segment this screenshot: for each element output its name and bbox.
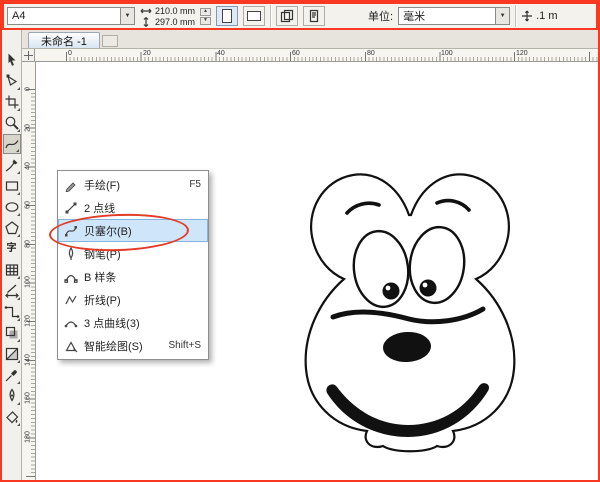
outline-pen-tool[interactable] (3, 386, 21, 406)
smart-drawing-icon (62, 339, 80, 353)
text-tool-glyph: 字 (6, 243, 17, 254)
pick-tool[interactable] (3, 50, 21, 70)
page-tab-stub[interactable] (101, 35, 118, 47)
head-outline (304, 173, 516, 453)
table-tool[interactable] (3, 260, 21, 280)
landscape-orientation-button[interactable] (243, 6, 266, 26)
parallel-dimension-tool[interactable] (3, 281, 21, 301)
toolbox: 字 (2, 30, 22, 480)
drop-shadow-tool[interactable] (3, 323, 21, 343)
vruler-label: 20 (24, 124, 32, 132)
all-pages-icon (280, 9, 294, 23)
ellipse-tool[interactable] (3, 197, 21, 217)
menu-item-polyline[interactable]: 折线(P) (58, 288, 208, 311)
hruler-label: 40 (217, 50, 225, 57)
spin-down-icon[interactable]: ▼ (200, 16, 212, 25)
paper-size-value: A4 (12, 10, 26, 22)
dropdown-arrow-icon[interactable]: ▼ (495, 8, 510, 24)
connector-tool[interactable] (3, 302, 21, 322)
spin-up-icon[interactable]: ▲ (200, 7, 212, 16)
nudge-value: .1 m (536, 10, 558, 22)
menu-item-freehand[interactable]: 手绘(F) F5 (58, 173, 208, 196)
ruler-origin-button[interactable] (22, 49, 35, 62)
menu-item-bezier[interactable]: 贝塞尔(B) (58, 219, 208, 242)
transparency-tool[interactable] (3, 344, 21, 364)
artistic-media-tool[interactable] (3, 155, 21, 175)
menu-item-b-spline[interactable]: B 样条 (58, 265, 208, 288)
app-window: A4 ▼ 210.0 mm 297.0 mm ▲ ▼ 单位: 毫米 ▼ .1 m… (0, 0, 600, 482)
portrait-icon (222, 9, 233, 23)
horizontal-ruler[interactable]: 0 20 40 60 80 100 120 (35, 49, 598, 62)
text-tool[interactable]: 字 (3, 239, 21, 259)
nudge-offset-field[interactable]: .1 m (521, 10, 558, 22)
vruler-label: 0 (24, 87, 32, 91)
menu-item-3-point-curve[interactable]: 3 点曲线(3) (58, 311, 208, 334)
rectangle-tool[interactable] (3, 176, 21, 196)
page-width-value: 210.0 mm (155, 5, 196, 16)
units-value: 毫米 (403, 11, 426, 23)
page-dimensions: 210.0 mm 297.0 mm (140, 6, 195, 27)
ruler-origin-icon (23, 50, 33, 60)
color-eyedropper-tool[interactable] (3, 365, 21, 385)
toolbar-separator (515, 5, 517, 27)
hruler-label: 20 (143, 50, 151, 57)
page-width-field[interactable]: 210.0 mm (140, 6, 195, 16)
current-page-button[interactable] (303, 6, 326, 26)
vruler-label: 140 (24, 354, 32, 366)
menu-item-pen[interactable]: 钢笔(P) (58, 242, 208, 265)
width-icon (140, 8, 152, 13)
curve-tools-flyout-menu: 手绘(F) F5 2 点线 贝塞尔(B) 钢笔(P) B 样条 折线(P) 3 … (48, 170, 209, 360)
zoom-tool[interactable] (3, 113, 21, 133)
menu-item-2-point-line[interactable]: 2 点线 (58, 196, 208, 219)
polygon-tool[interactable] (3, 218, 21, 238)
vruler-label: 180 (24, 431, 32, 443)
document-tab-bar: 未命名 -1 (22, 30, 598, 49)
vruler-label: 80 (24, 240, 32, 248)
three-point-curve-icon (62, 316, 80, 330)
menu-item-smart-drawing[interactable]: 智能绘图(S) Shift+S (58, 334, 208, 357)
units-label: 单位: (368, 11, 394, 23)
vertical-ruler[interactable]: 0 20 40 60 80 100 120 140 160 180 (22, 62, 36, 480)
all-pages-button[interactable] (276, 6, 299, 26)
vruler-label: 120 (24, 315, 32, 327)
hruler-label: 120 (516, 50, 528, 57)
paper-size-combobox[interactable]: A4 ▼ (7, 7, 135, 25)
polyline-icon (62, 293, 80, 307)
smart-fill-tool[interactable] (3, 407, 21, 427)
document-tab[interactable]: 未命名 -1 (28, 32, 100, 48)
toolbar-separator (270, 5, 272, 27)
portrait-orientation-button[interactable] (216, 6, 239, 26)
landscape-icon (247, 11, 262, 21)
units-combobox[interactable]: 毫米 ▼ (398, 7, 511, 25)
vruler-label: 160 (24, 392, 32, 404)
vruler-label: 40 (24, 162, 32, 170)
left-pupil (382, 282, 400, 300)
hruler-label: 80 (367, 50, 375, 57)
b-spline-icon (62, 270, 80, 284)
shape-tool[interactable] (3, 71, 21, 91)
right-pupil (419, 279, 437, 297)
freehand-icon (62, 178, 80, 192)
dimension-stepper: ▲ ▼ (200, 7, 212, 25)
vruler-label: 60 (24, 201, 32, 209)
page-height-value: 297.0 mm (155, 16, 196, 27)
vruler-label: 100 (24, 276, 32, 288)
crop-tool[interactable] (3, 92, 21, 112)
bezier-icon (62, 224, 80, 238)
hruler-label: 100 (441, 50, 453, 57)
property-bar: A4 ▼ 210.0 mm 297.0 mm ▲ ▼ 单位: 毫米 ▼ .1 m (2, 2, 598, 30)
pen-icon (62, 246, 80, 261)
hruler-label: 60 (292, 50, 300, 57)
current-page-icon (309, 9, 319, 23)
two-point-line-icon (62, 201, 80, 215)
dropdown-arrow-icon[interactable]: ▼ (120, 8, 134, 24)
height-icon (143, 16, 149, 27)
cartoon-face-drawing[interactable] (287, 165, 532, 480)
document-tab-label: 未命名 -1 (41, 35, 87, 48)
freehand-tool[interactable] (2, 134, 21, 154)
page-height-field[interactable]: 297.0 mm (140, 17, 195, 27)
nudge-icon (522, 10, 533, 22)
hruler-label: 0 (68, 50, 72, 57)
